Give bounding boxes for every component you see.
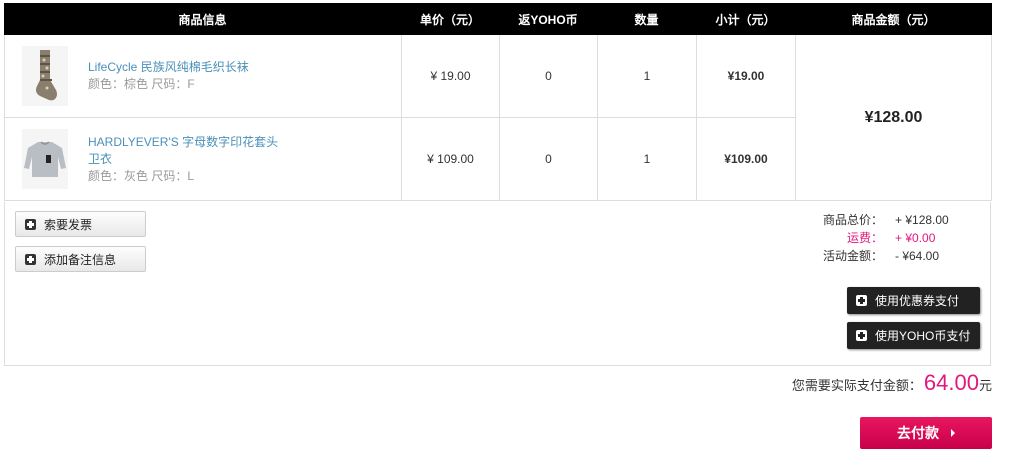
product-name-link[interactable]: LifeCycle 民族风纯棉毛织长袜 xyxy=(88,59,288,76)
subtotal: ¥19.00 xyxy=(697,35,796,117)
cart-table: 商品信息 单价（元） 返YOHO币 数量 小计（元） 商品金额（元） LifeC… xyxy=(4,3,992,201)
shipping-label: 运费： xyxy=(846,231,883,245)
goods-total-value: + ¥128.00 xyxy=(895,213,949,227)
quantity: 1 xyxy=(598,35,697,117)
plus-icon xyxy=(856,330,867,341)
fee-breakdown: 商品总价： + ¥128.00 运费： + ¥0.00 活动金额： - ¥64.… xyxy=(813,211,963,265)
payable-value: 64.00 xyxy=(923,370,979,395)
table-body: LifeCycle 民族风纯棉毛织长袜 颜色：棕色 尺码：F ¥ 19.00 0… xyxy=(4,35,992,201)
header-yoho-coin: 返YOHO币 xyxy=(518,12,578,27)
quantity: 1 xyxy=(598,118,697,200)
header-subtotal: 小计（元） xyxy=(715,12,776,27)
pay-button[interactable]: 去付款 xyxy=(860,417,992,449)
use-coupon-button[interactable]: 使用优惠券支付 xyxy=(847,287,980,314)
header-goods-amount: 商品金额（元） xyxy=(851,12,936,27)
unit-price: ¥ 109.00 xyxy=(402,118,500,200)
shipping-value: + ¥0.00 xyxy=(895,231,936,245)
product-name-link[interactable]: HARDLYEVER'S 字母数字印花套头卫衣 xyxy=(88,134,288,168)
table-header: 商品信息 单价（元） 返YOHO币 数量 小计（元） 商品金额（元） xyxy=(4,3,992,35)
header-product-info: 商品信息 xyxy=(178,12,227,27)
use-yoho-coin-button[interactable]: 使用YOHO币支付 xyxy=(847,322,980,349)
goods-total-label: 商品总价： xyxy=(822,213,883,227)
sock-image[interactable] xyxy=(22,46,68,106)
arrow-right-icon xyxy=(951,429,955,437)
payable-unit: 元 xyxy=(978,378,992,393)
plus-icon xyxy=(25,218,36,230)
goods-amount-total: ¥128.00 xyxy=(864,108,923,126)
product-info-cell: LifeCycle 民族风纯棉毛织长袜 颜色：棕色 尺码：F xyxy=(5,35,402,117)
product-attributes: 颜色：灰色 尺码：L xyxy=(88,168,195,183)
plus-icon xyxy=(25,253,36,265)
product-info-cell: HARDLYEVER'S 字母数字印花套头卫衣 颜色：灰色 尺码：L xyxy=(5,118,402,200)
use-yoho-coin-label: 使用YOHO币支付 xyxy=(875,329,971,343)
header-unit-price: 单价（元） xyxy=(419,12,480,27)
discount-value: - ¥64.00 xyxy=(895,249,940,263)
add-remark-label: 添加备注信息 xyxy=(44,252,117,267)
discount-label: 活动金额： xyxy=(822,249,883,263)
unit-price: ¥ 19.00 xyxy=(402,35,500,117)
order-summary-panel: 索要发票 添加备注信息 商品总价： + ¥128.00 运费： + ¥0.00 … xyxy=(4,202,991,366)
table-row: LifeCycle 民族风纯棉毛织长袜 颜色：棕色 尺码：F ¥ 19.00 0… xyxy=(5,35,796,118)
table-row: HARDLYEVER'S 字母数字印花套头卫衣 颜色：灰色 尺码：L ¥ 109… xyxy=(5,118,796,200)
plus-icon xyxy=(856,295,867,306)
use-coupon-label: 使用优惠券支付 xyxy=(875,294,960,308)
payable-amount: 您需要实际支付金额： 64.00 元 xyxy=(792,370,992,396)
sweatshirt-image[interactable] xyxy=(22,129,68,189)
yoho-coin-return: 0 xyxy=(500,118,598,200)
header-quantity: 数量 xyxy=(634,12,659,27)
add-remark-button[interactable]: 添加备注信息 xyxy=(15,246,146,272)
yoho-coin-return: 0 xyxy=(500,35,598,117)
pay-button-label: 去付款 xyxy=(897,425,939,441)
request-invoice-button[interactable]: 索要发票 xyxy=(15,211,146,237)
product-attributes: 颜色：棕色 尺码：F xyxy=(88,77,195,91)
subtotal: ¥109.00 xyxy=(697,118,796,200)
payable-label: 您需要实际支付金额： xyxy=(791,378,922,393)
request-invoice-label: 索要发票 xyxy=(44,217,93,232)
